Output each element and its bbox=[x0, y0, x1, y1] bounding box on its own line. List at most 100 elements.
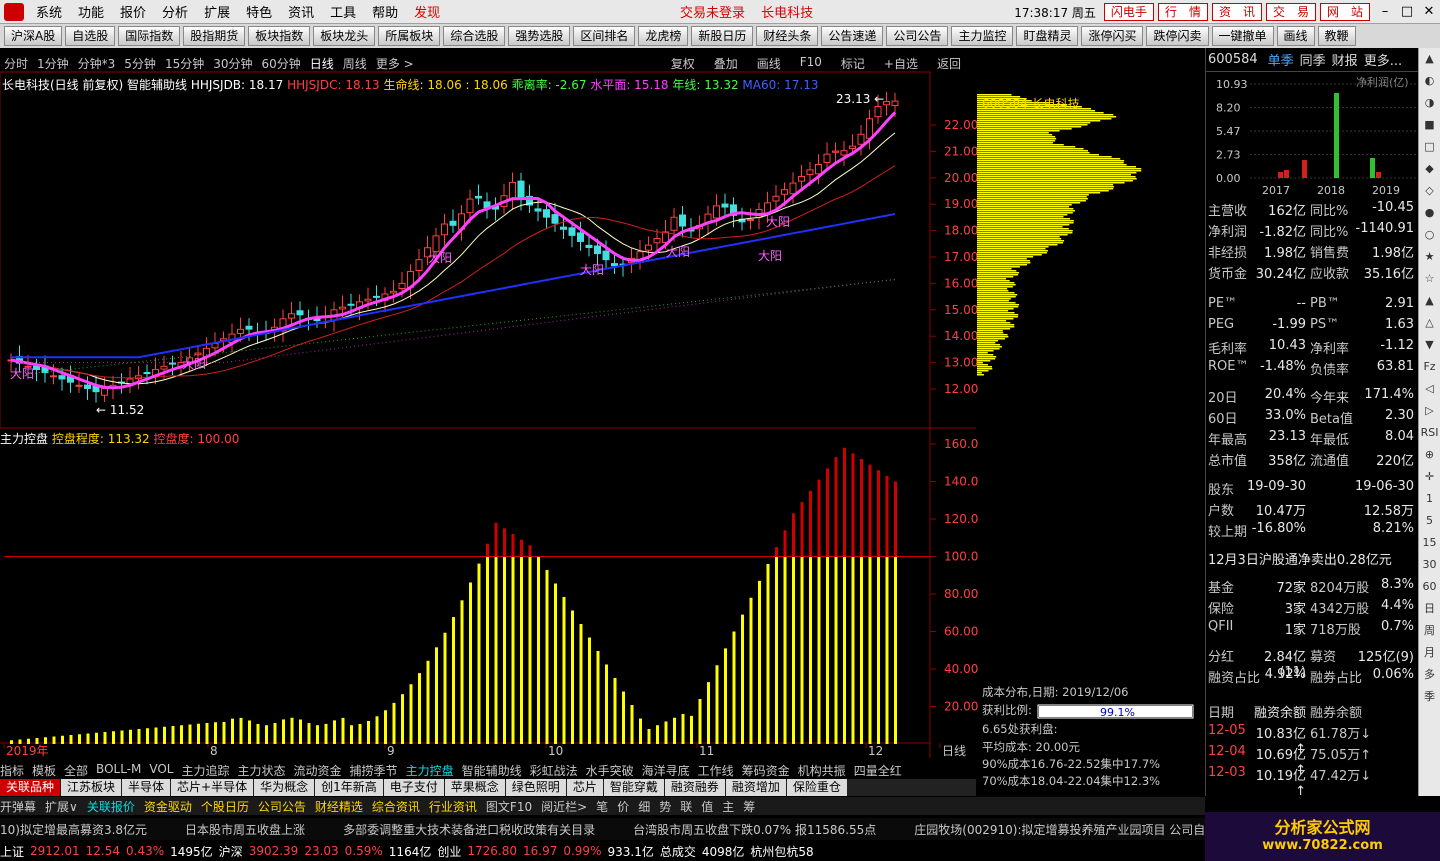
related-tag-7[interactable]: 苹果概念 bbox=[444, 779, 505, 796]
toolbar-button-19[interactable]: 一键撤单 bbox=[1211, 26, 1274, 46]
related-tag-5[interactable]: 创1年新高 bbox=[315, 779, 383, 796]
period-7[interactable]: 日线 bbox=[310, 55, 334, 72]
news-headline-text[interactable]: 12月3日沪股通净卖出0.28亿元 bbox=[1208, 549, 1392, 568]
tab-same-quarter[interactable]: 同季 bbox=[1300, 50, 1326, 69]
vtool-button-27[interactable]: 月 bbox=[1419, 642, 1440, 664]
vtool-button-5[interactable]: ◆ bbox=[1419, 158, 1440, 180]
ext-tool-0[interactable]: 开弹幕 bbox=[0, 798, 36, 815]
hs-index-label[interactable]: 沪深 bbox=[219, 843, 243, 860]
ext-tool-9[interactable]: 图文F10 bbox=[486, 798, 532, 815]
chart-tool-2[interactable]: 画线 bbox=[757, 55, 781, 72]
related-tag-3[interactable]: 芯片+半导体 bbox=[171, 779, 254, 796]
news-ticker[interactable]: 10)拟定增最高募资3.8亿元 日本股市周五收盘上涨 多部委调整重大技术装备进口税收… bbox=[0, 818, 1229, 840]
chart-tool-4[interactable]: 标记 bbox=[841, 55, 865, 72]
kline-chart[interactable]: 22.00 21.00 20.00 19.00 18.00 17.00 16.00 15.00… bbox=[0, 48, 1205, 796]
period-5[interactable]: 30分钟 bbox=[213, 55, 252, 72]
ext-tool-6[interactable]: 财经精选 bbox=[315, 798, 363, 815]
related-tag-2[interactable]: 半导体 bbox=[122, 779, 171, 796]
vtool-button-10[interactable]: ☆ bbox=[1419, 268, 1440, 290]
ext-tool-5[interactable]: 公司公告 bbox=[258, 798, 306, 815]
ticker-item-0[interactable]: 10)拟定增最高募资3.8亿元 bbox=[0, 821, 147, 838]
vtool-button-8[interactable]: ○ bbox=[1419, 224, 1440, 246]
tab-more[interactable]: 更多... bbox=[1364, 50, 1402, 69]
ext-tool-10[interactable]: 阅近栏> bbox=[541, 798, 587, 815]
tab-single-quarter[interactable]: 单季 bbox=[1268, 50, 1294, 69]
ext-tool-2[interactable]: 关联报价 bbox=[87, 798, 135, 815]
vtool-button-24[interactable]: 60 bbox=[1419, 576, 1440, 598]
ticker-item-3[interactable]: 台湾股市周五收盘下跌0.07% 报11586.55点 bbox=[633, 821, 876, 838]
flash-trade-button[interactable]: 闪电手 bbox=[1103, 3, 1154, 21]
indicator-tab-16[interactable]: 机构共振 bbox=[798, 762, 846, 778]
toolbar-button-14[interactable]: 公司公告 bbox=[886, 26, 949, 46]
vtool-button-12[interactable]: △ bbox=[1419, 312, 1440, 334]
toolbar-button-8[interactable]: 强势选股 bbox=[508, 26, 571, 46]
period-1[interactable]: 1分钟 bbox=[37, 55, 69, 72]
indicator-tab-2[interactable]: 全部 bbox=[64, 762, 88, 778]
menu-discover[interactable]: 发现 bbox=[406, 2, 448, 21]
toolbar-button-9[interactable]: 区间排名 bbox=[573, 26, 636, 46]
ext-tool-1[interactable]: 扩展∨ bbox=[45, 798, 78, 815]
vtool-button-20[interactable]: 1 bbox=[1419, 488, 1440, 510]
ext-tool-13[interactable]: 细 bbox=[638, 798, 650, 815]
related-tag-9[interactable]: 芯片 bbox=[566, 779, 603, 796]
quote-button[interactable]: 行 情 bbox=[1157, 3, 1208, 21]
ext-tool-11[interactable]: 笔 bbox=[596, 798, 608, 815]
toolbar-button-15[interactable]: 主力监控 bbox=[951, 26, 1014, 46]
indicator-tab-15[interactable]: 筹码资金 bbox=[742, 762, 790, 778]
vtool-button-0[interactable]: ▲ bbox=[1419, 48, 1440, 70]
vtool-button-1[interactable]: ◐ bbox=[1419, 70, 1440, 92]
ext-tool-15[interactable]: 联 bbox=[680, 798, 692, 815]
period-3[interactable]: 5分钟 bbox=[124, 55, 156, 72]
chart-tool-5[interactable]: +自选 bbox=[884, 55, 918, 72]
cy-index-label[interactable]: 创业 bbox=[437, 843, 461, 860]
period-2[interactable]: 分钟*3 bbox=[78, 55, 116, 72]
toolbar-button-4[interactable]: 板块指数 bbox=[248, 26, 311, 46]
vtool-button-2[interactable]: ◑ bbox=[1419, 92, 1440, 114]
menu-system[interactable]: 系统 bbox=[28, 2, 70, 21]
menu-info[interactable]: 资讯 bbox=[280, 2, 322, 21]
indicator-tab-6[interactable]: 主力状态 bbox=[238, 762, 286, 778]
toolbar-button-3[interactable]: 股指期货 bbox=[183, 26, 246, 46]
ext-tool-16[interactable]: 值 bbox=[701, 798, 713, 815]
toolbar-button-18[interactable]: 跌停闪卖 bbox=[1146, 26, 1209, 46]
indicator-tab-10[interactable]: 智能辅助线 bbox=[462, 762, 522, 778]
ext-tool-12[interactable]: 价 bbox=[617, 798, 629, 815]
vtool-button-14[interactable]: Fz bbox=[1419, 356, 1440, 378]
indicator-tab-9[interactable]: 主力控盘 bbox=[406, 762, 454, 778]
menu-feature[interactable]: 特色 bbox=[238, 2, 280, 21]
related-tag-4[interactable]: 华为概念 bbox=[254, 779, 315, 796]
toolbar-button-5[interactable]: 板块龙头 bbox=[313, 26, 376, 46]
related-tag-13[interactable]: 保险重仓 bbox=[786, 779, 847, 796]
vtool-button-22[interactable]: 15 bbox=[1419, 532, 1440, 554]
ext-tool-8[interactable]: 行业资讯 bbox=[429, 798, 477, 815]
ext-tool-4[interactable]: 个股日历 bbox=[201, 798, 249, 815]
indicator-tab-14[interactable]: 工作线 bbox=[698, 762, 734, 778]
ext-tool-17[interactable]: 主 bbox=[722, 798, 734, 815]
ad-logo-banner[interactable]: 分析家公式网 www.70822.com bbox=[1205, 812, 1440, 861]
vtool-button-25[interactable]: 日 bbox=[1419, 598, 1440, 620]
vtool-button-3[interactable]: ■ bbox=[1419, 114, 1440, 136]
indicator-tab-7[interactable]: 流动资金 bbox=[294, 762, 342, 778]
indicator-tab-11[interactable]: 彩虹战法 bbox=[530, 762, 578, 778]
menu-help[interactable]: 帮助 bbox=[364, 2, 406, 21]
toolbar-button-1[interactable]: 自选股 bbox=[65, 26, 116, 46]
indicator-tab-1[interactable]: 模板 bbox=[32, 762, 56, 778]
trade-status-label[interactable]: 交易未登录 bbox=[680, 6, 745, 21]
toolbar-button-0[interactable]: 沪深A股 bbox=[4, 26, 63, 46]
menu-quote[interactable]: 报价 bbox=[112, 2, 154, 21]
indicator-tab-8[interactable]: 捕捞季节 bbox=[350, 762, 398, 778]
toolbar-button-6[interactable]: 所属板块 bbox=[378, 26, 441, 46]
related-tag-12[interactable]: 融资增加 bbox=[725, 779, 786, 796]
vtool-button-26[interactable]: 周 bbox=[1419, 620, 1440, 642]
ticker-item-1[interactable]: 日本股市周五收盘上涨 bbox=[185, 821, 305, 838]
indicator-tab-5[interactable]: 主力追踪 bbox=[182, 762, 230, 778]
related-tag-8[interactable]: 绿色照明 bbox=[505, 779, 566, 796]
vtool-button-19[interactable]: ✛ bbox=[1419, 466, 1440, 488]
vtool-button-23[interactable]: 30 bbox=[1419, 554, 1440, 576]
indicator-tab-3[interactable]: BOLL-M bbox=[96, 762, 141, 778]
ext-tool-18[interactable]: 筹 bbox=[743, 798, 755, 815]
vtool-button-28[interactable]: 多 bbox=[1419, 664, 1440, 686]
sh-index-label[interactable]: 上证 bbox=[0, 843, 24, 860]
vtool-button-21[interactable]: 5 bbox=[1419, 510, 1440, 532]
chart-tool-6[interactable]: 返回 bbox=[937, 55, 961, 72]
